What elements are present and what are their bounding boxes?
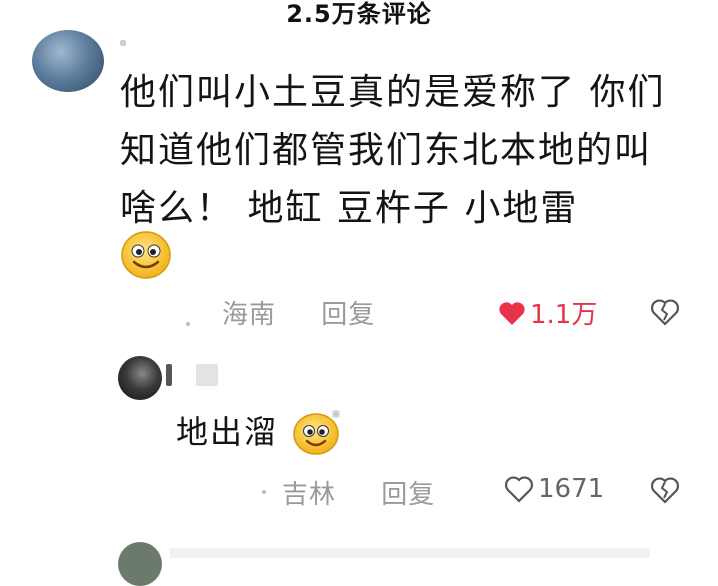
broken-heart-icon <box>651 299 679 326</box>
heart-outline-icon <box>505 476 533 503</box>
comment-meta: 海南 回复 <box>222 294 375 331</box>
like-button[interactable]: 1.1万 <box>498 294 597 331</box>
commenter-avatar[interactable] <box>32 30 104 92</box>
username-redacted <box>196 364 218 386</box>
username-mark <box>166 364 172 386</box>
comment-location: 海南 <box>222 300 277 330</box>
comments-header: 2.5万条评论 <box>0 0 718 34</box>
sparkle-smile-emoji-icon <box>292 406 346 456</box>
comment-text: 他们叫小土豆真的是爱称了 你们知道他们都管我们东北本地的叫啥么！ 地缸 豆杵子 … <box>120 72 666 229</box>
reply-like-count: 1671 <box>538 474 605 504</box>
username-redacted <box>120 40 126 46</box>
reply-reply-button[interactable]: 回复 <box>381 480 435 510</box>
reply-meta: 吉林 回复 <box>282 474 435 511</box>
next-comment-preview <box>170 548 650 558</box>
separator-dot <box>262 490 266 494</box>
reply-comment-text: 地出溜 <box>176 410 278 454</box>
reply-like-button[interactable]: 1671 <box>504 474 604 504</box>
separator-dot <box>186 322 190 326</box>
like-count: 1.1万 <box>530 300 598 330</box>
heart-filled-icon <box>499 301 525 325</box>
comment-count-title: 2.5万条评论 <box>286 0 432 28</box>
broken-heart-icon <box>651 477 679 504</box>
dislike-button[interactable] <box>650 298 680 326</box>
reply-comment-words: 地出溜 <box>176 413 279 451</box>
reply-commenter-avatar[interactable] <box>118 356 162 400</box>
smile-emoji-icon <box>120 230 172 280</box>
next-commenter-avatar[interactable] <box>118 542 162 586</box>
reply-button[interactable]: 回复 <box>321 300 375 330</box>
reply-location: 吉林 <box>282 480 337 510</box>
reply-dislike-button[interactable] <box>650 476 680 504</box>
